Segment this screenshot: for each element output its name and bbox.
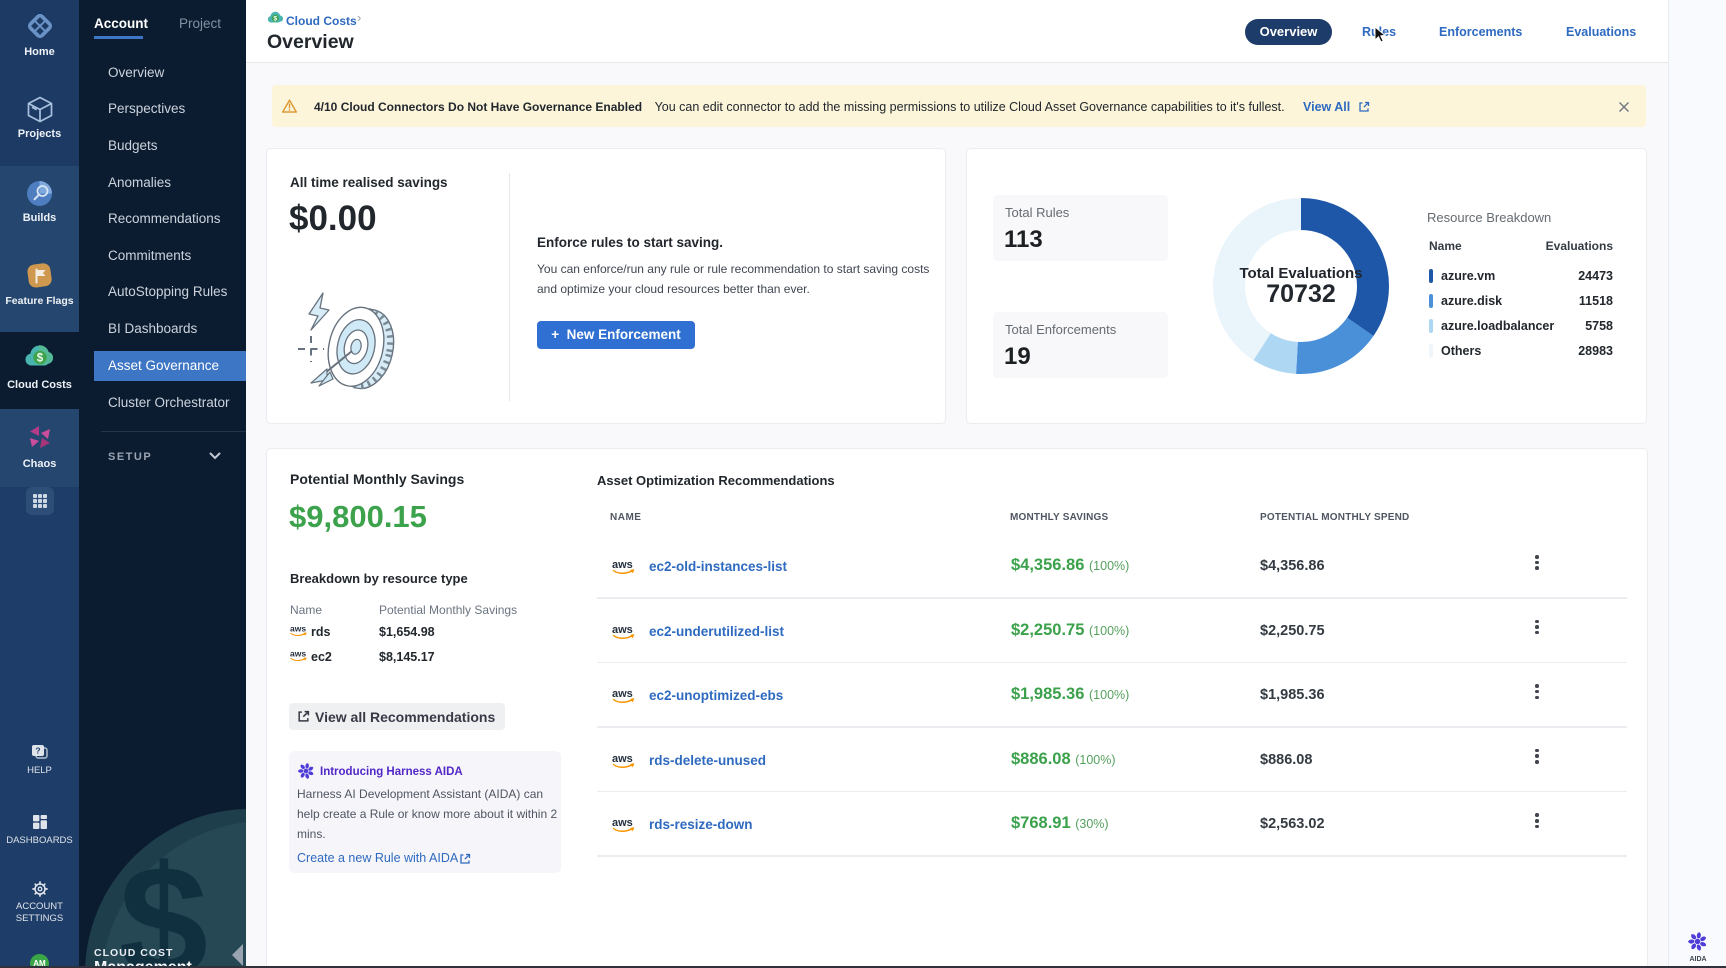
- svg-text:aws: aws: [612, 753, 633, 765]
- svg-text:aws: aws: [612, 624, 633, 636]
- svg-text:aws: aws: [612, 688, 633, 700]
- svg-text:$: $: [37, 353, 44, 365]
- svg-text:?: ?: [35, 746, 40, 756]
- svg-text:aws: aws: [290, 624, 306, 634]
- svg-text:aws: aws: [612, 817, 633, 829]
- svg-text:aws: aws: [290, 649, 306, 659]
- svg-text:$: $: [273, 16, 277, 23]
- svg-text:aws: aws: [612, 559, 633, 571]
